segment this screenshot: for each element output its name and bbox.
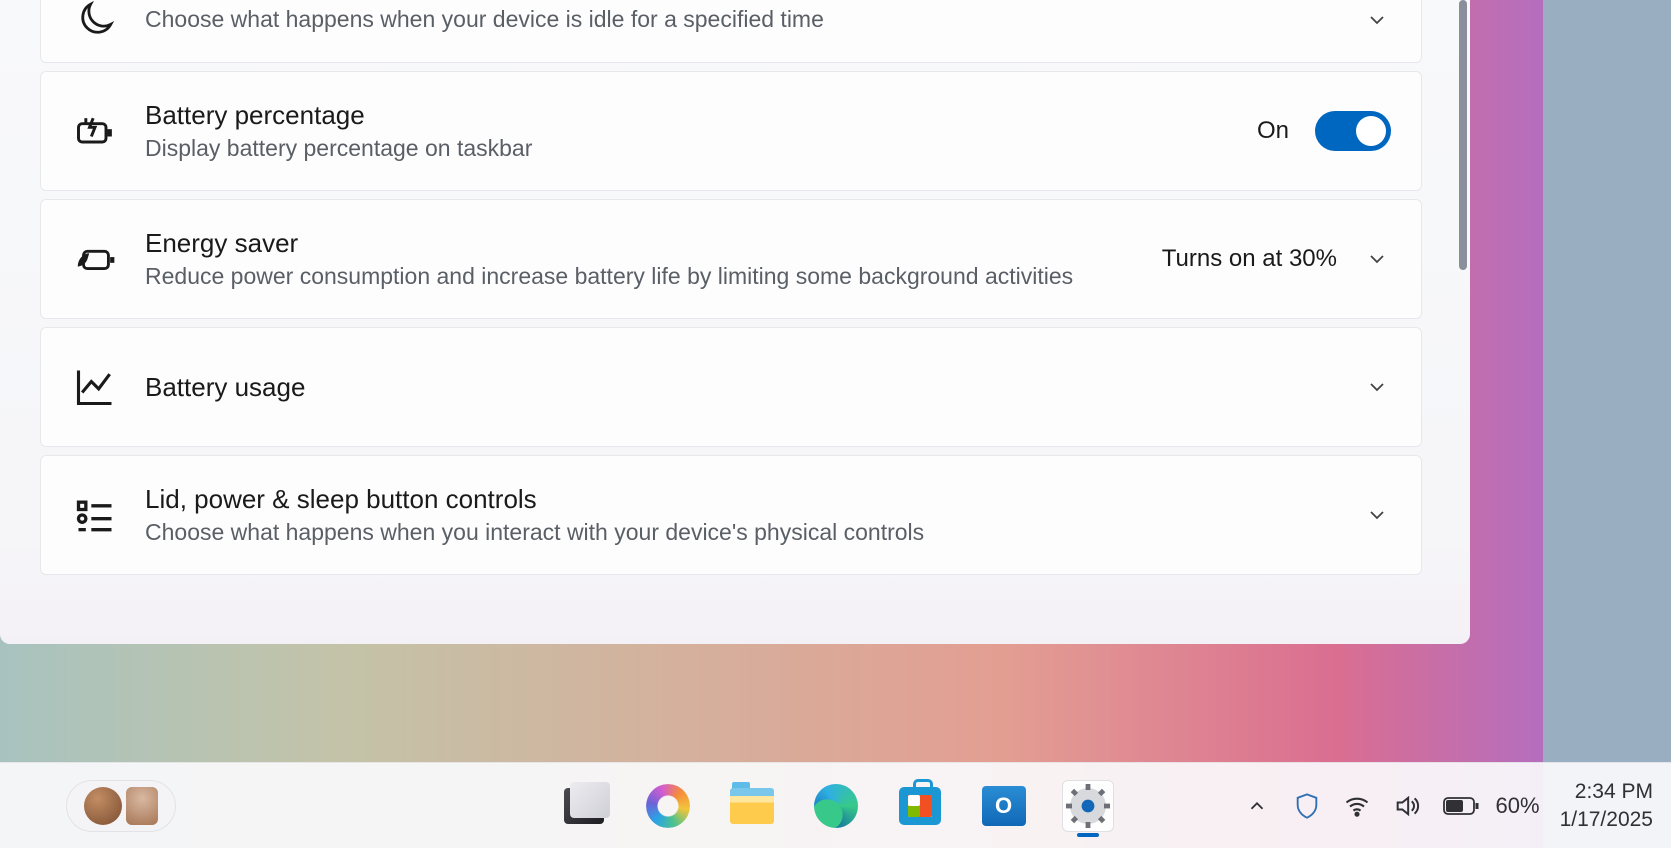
edge-icon bbox=[814, 784, 858, 828]
chart-line-icon bbox=[71, 363, 119, 411]
gear-icon bbox=[1064, 782, 1112, 830]
taskbar: O bbox=[0, 762, 1671, 848]
security-icon[interactable] bbox=[1292, 791, 1322, 821]
ms-store-button[interactable] bbox=[894, 780, 946, 832]
lid-controls-right bbox=[1363, 501, 1391, 529]
file-explorer-button[interactable] bbox=[726, 780, 778, 832]
leaf-battery-icon bbox=[71, 235, 119, 283]
battery-icon[interactable] bbox=[1442, 791, 1482, 821]
settings-list: Choose what happens when your device is … bbox=[40, 0, 1422, 575]
energy-saver-status: Turns on at 30% bbox=[1162, 245, 1337, 273]
battery-percentage-text: Battery percentage Display battery perce… bbox=[145, 100, 1231, 162]
settings-window: Choose what happens when your device is … bbox=[0, 0, 1470, 644]
scrollbar-thumb[interactable] bbox=[1459, 0, 1467, 270]
battery-percentage-title: Battery percentage bbox=[145, 100, 1231, 131]
lid-controls-title: Lid, power & sleep button controls bbox=[145, 484, 1337, 515]
taskbar-system-tray: 60% 2:34 PM 1/17/2025 bbox=[1242, 778, 1671, 833]
chevron-down-icon[interactable] bbox=[1363, 373, 1391, 401]
widget-avatar-icon bbox=[84, 787, 122, 825]
battery-usage-card[interactable]: Battery usage bbox=[40, 327, 1422, 447]
battery-charging-icon bbox=[71, 107, 119, 155]
copilot-icon bbox=[646, 784, 690, 828]
chevron-down-icon[interactable] bbox=[1363, 245, 1391, 273]
battery-usage-text: Battery usage bbox=[145, 372, 1337, 403]
outlook-button[interactable]: O bbox=[978, 780, 1030, 832]
desktop-right-band bbox=[1543, 0, 1671, 848]
widget-avatar-icon bbox=[126, 787, 158, 825]
screen-timeout-text: Choose what happens when your device is … bbox=[145, 6, 1337, 33]
store-icon bbox=[899, 787, 941, 825]
list-controls-icon bbox=[71, 491, 119, 539]
battery-percentage-toggle-label: On bbox=[1257, 117, 1289, 145]
taskbar-time: 2:34 PM bbox=[1575, 778, 1653, 805]
energy-saver-card[interactable]: Energy saver Reduce power consumption an… bbox=[40, 199, 1422, 319]
battery-percentage-right: On bbox=[1257, 111, 1391, 151]
copilot-button[interactable] bbox=[642, 780, 694, 832]
battery-usage-title: Battery usage bbox=[145, 372, 1337, 403]
chevron-down-icon[interactable] bbox=[1363, 6, 1391, 34]
lid-controls-subtitle: Choose what happens when you interact wi… bbox=[145, 519, 1337, 546]
settings-button[interactable] bbox=[1062, 780, 1114, 832]
battery-percentage-subtitle: Display battery percentage on taskbar bbox=[145, 135, 1231, 162]
energy-saver-subtitle: Reduce power consumption and increase ba… bbox=[145, 263, 1136, 290]
battery-percentage-text[interactable]: 60% bbox=[1496, 793, 1540, 819]
moon-icon bbox=[71, 0, 119, 44]
energy-saver-title: Energy saver bbox=[145, 228, 1136, 259]
taskbar-clock[interactable]: 2:34 PM 1/17/2025 bbox=[1560, 778, 1653, 833]
volume-icon[interactable] bbox=[1392, 791, 1422, 821]
chevron-down-icon[interactable] bbox=[1363, 501, 1391, 529]
screen-timeout-card[interactable]: Choose what happens when your device is … bbox=[40, 0, 1422, 63]
edge-button[interactable] bbox=[810, 780, 862, 832]
battery-percentage-card[interactable]: Battery percentage Display battery perce… bbox=[40, 71, 1422, 191]
screen-timeout-subtitle: Choose what happens when your device is … bbox=[145, 6, 1337, 33]
energy-saver-text: Energy saver Reduce power consumption an… bbox=[145, 228, 1136, 290]
battery-percentage-toggle[interactable] bbox=[1315, 111, 1391, 151]
energy-saver-right: Turns on at 30% bbox=[1162, 245, 1391, 273]
folder-icon bbox=[730, 788, 774, 824]
taskbar-center-apps: O bbox=[558, 763, 1114, 848]
taskview-button[interactable] bbox=[558, 780, 610, 832]
outlook-icon: O bbox=[982, 786, 1026, 826]
wifi-icon[interactable] bbox=[1342, 791, 1372, 821]
lid-controls-card[interactable]: Lid, power & sleep button controls Choos… bbox=[40, 455, 1422, 575]
widgets-button[interactable] bbox=[66, 780, 176, 832]
taskview-icon bbox=[564, 788, 604, 824]
lid-controls-text: Lid, power & sleep button controls Choos… bbox=[145, 484, 1337, 546]
screen-timeout-right bbox=[1363, 6, 1391, 34]
tray-overflow-button[interactable] bbox=[1242, 791, 1272, 821]
taskbar-date: 1/17/2025 bbox=[1560, 806, 1653, 833]
toggle-knob bbox=[1356, 116, 1386, 146]
taskbar-widgets-area bbox=[66, 763, 176, 848]
battery-usage-right bbox=[1363, 373, 1391, 401]
